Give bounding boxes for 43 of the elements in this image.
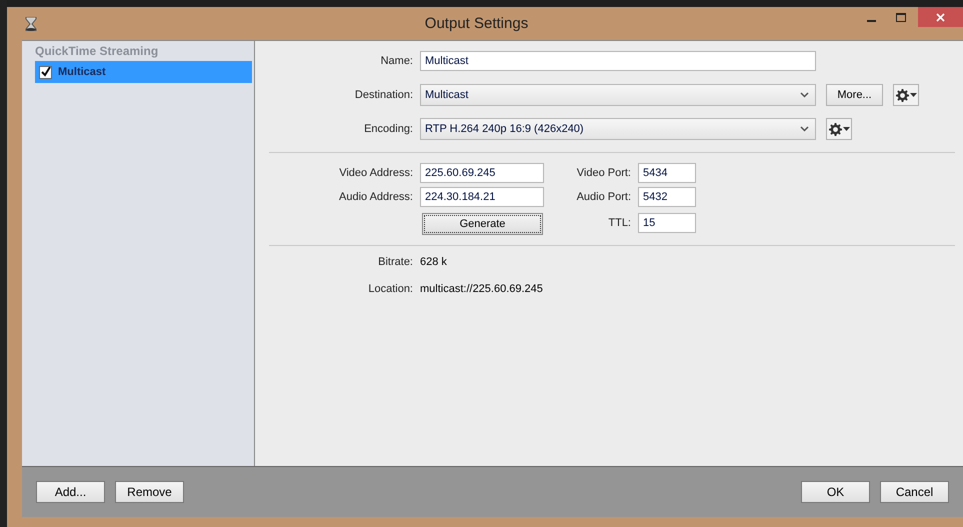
field-label: Audio Address:	[338, 191, 413, 203]
more-button[interactable]: More...	[826, 84, 883, 106]
checkbox[interactable]	[39, 66, 52, 78]
chevron-icon	[800, 92, 809, 98]
settings-menu-button[interactable]	[826, 118, 852, 140]
chevron-icon	[800, 126, 809, 132]
window-title: Output Settings	[424, 15, 530, 32]
field-label: Video Address:	[338, 167, 413, 179]
text-field[interactable]: 224.30.184.21	[420, 187, 544, 207]
caret-icon	[842, 126, 850, 132]
generate-button[interactable]: Generate	[422, 213, 543, 235]
footer-button[interactable]: Cancel	[880, 481, 949, 503]
field-label: TTL:	[607, 217, 631, 229]
info-value: multicast://225.60.69.245	[420, 283, 543, 297]
text-field[interactable]: 5432	[638, 187, 696, 207]
list-item[interactable]: Multicast	[35, 61, 252, 83]
maximize-icon	[896, 12, 906, 22]
field-label: Destination:	[354, 89, 413, 101]
footer-button[interactable]: Remove	[115, 481, 184, 503]
dropdown[interactable]: Multicast	[420, 84, 816, 106]
footer-button[interactable]: Add...	[36, 481, 105, 503]
hourglass-icon	[25, 16, 37, 30]
field-label: Encoding:	[363, 123, 413, 135]
field-label: Name:	[380, 55, 413, 67]
text-field[interactable]: Multicast	[420, 51, 816, 71]
field-label: Audio Port:	[576, 191, 631, 203]
group-heading: QuickTime Streaming	[34, 44, 160, 60]
field-label: Video Port:	[576, 167, 631, 179]
footer-button[interactable]: OK	[801, 481, 870, 503]
info-label: Location:	[367, 283, 413, 297]
text-field[interactable]: 5434	[638, 163, 696, 183]
text-field[interactable]: 225.60.69.245	[420, 163, 544, 183]
close-icon	[936, 12, 945, 22]
minimize-icon	[866, 20, 876, 22]
settings-menu-button[interactable]	[893, 84, 919, 106]
info-value: 628 k	[420, 256, 447, 270]
caret-icon	[910, 92, 916, 98]
info-label: Bitrate:	[377, 256, 413, 270]
text-field[interactable]: 15	[638, 213, 696, 233]
gear-icon	[896, 88, 908, 102]
gear-icon	[828, 122, 842, 136]
close-button[interactable]	[918, 7, 963, 27]
dropdown[interactable]: RTP H.264 240p 16:9 (426x240)	[420, 118, 816, 140]
